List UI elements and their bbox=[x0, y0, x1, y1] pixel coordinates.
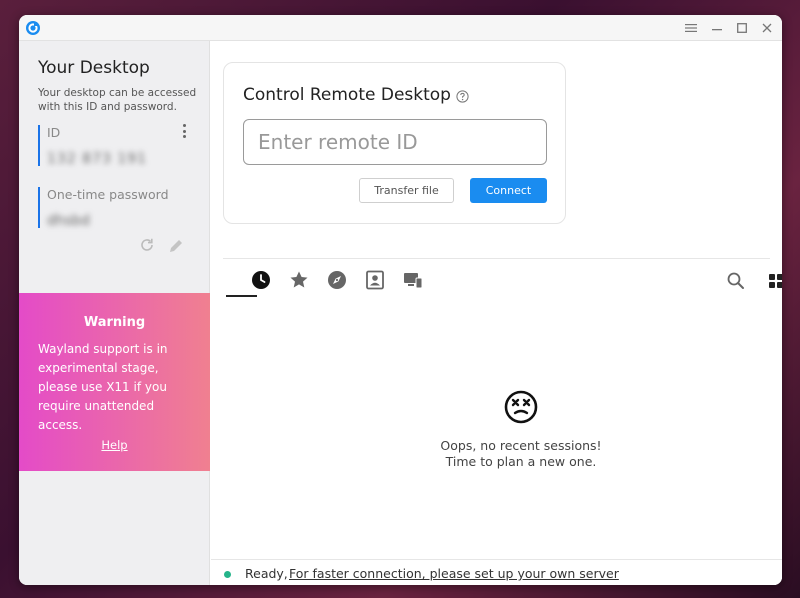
sidebar: Your Desktop Your desktop can be accesse… bbox=[19, 41, 210, 585]
lan-devices-icon bbox=[404, 273, 423, 289]
status-indicator-icon bbox=[224, 571, 231, 578]
tab-discovered[interactable] bbox=[327, 270, 347, 290]
app-window: Your Desktop Your desktop can be accesse… bbox=[19, 15, 782, 585]
maximize-icon[interactable] bbox=[733, 19, 751, 37]
refresh-icon[interactable] bbox=[139, 237, 155, 253]
id-label: ID bbox=[47, 125, 61, 140]
compass-icon bbox=[328, 271, 346, 289]
no-sessions-message: Oops, no recent sessions! Time to plan a… bbox=[391, 438, 651, 470]
setup-server-link[interactable]: For faster connection, please set up you… bbox=[289, 566, 619, 581]
sidebar-description: Your desktop can be accessed with this I… bbox=[38, 87, 197, 113]
search-icon[interactable] bbox=[726, 271, 746, 291]
tab-address-book[interactable] bbox=[365, 270, 385, 290]
control-remote-card: Control Remote Desktop Transfer file Con… bbox=[223, 62, 566, 224]
status-text: Ready, bbox=[245, 566, 288, 581]
transfer-file-button[interactable]: Transfer file bbox=[359, 178, 454, 203]
connect-button[interactable]: Connect bbox=[470, 178, 547, 203]
control-title: Control Remote Desktop bbox=[243, 85, 451, 105]
wayland-warning: Warning Wayland support is in experiment… bbox=[19, 293, 210, 471]
id-field: ID 132 873 191 bbox=[38, 125, 198, 167]
warning-text: Wayland support is in experimental stage… bbox=[38, 342, 168, 432]
app-logo-icon bbox=[26, 21, 40, 35]
hamburger-icon[interactable] bbox=[682, 19, 700, 37]
password-field: One-time password dhsbd bbox=[38, 187, 198, 229]
remote-id-input[interactable] bbox=[243, 119, 547, 165]
password-value[interactable]: dhsbd bbox=[47, 210, 107, 229]
close-icon[interactable] bbox=[758, 19, 776, 37]
tab-lan-devices[interactable] bbox=[403, 270, 423, 290]
warning-title: Warning bbox=[83, 315, 146, 330]
dizzy-face-icon bbox=[504, 390, 538, 424]
id-value[interactable]: 132 873 191 bbox=[47, 148, 157, 167]
minimize-icon[interactable] bbox=[708, 19, 726, 37]
sidebar-title: Your Desktop bbox=[38, 58, 150, 78]
pencil-icon[interactable] bbox=[167, 237, 185, 255]
active-tab-indicator bbox=[226, 295, 257, 297]
star-icon bbox=[290, 271, 308, 288]
address-book-icon bbox=[366, 270, 384, 290]
tab-recent-sessions[interactable] bbox=[251, 270, 271, 290]
history-icon bbox=[252, 271, 270, 289]
main-panel: Control Remote Desktop Transfer file Con… bbox=[211, 41, 782, 585]
password-label: One-time password bbox=[47, 187, 169, 202]
more-options-icon[interactable] bbox=[179, 123, 189, 139]
section-divider bbox=[223, 258, 770, 259]
tab-favorites[interactable] bbox=[289, 270, 309, 290]
status-bar: Ready, For faster connection, please set… bbox=[211, 559, 782, 585]
help-link[interactable]: Help bbox=[19, 438, 210, 452]
help-icon[interactable] bbox=[456, 90, 469, 103]
empty-line-1: Oops, no recent sessions! bbox=[440, 438, 602, 453]
empty-line-2: Time to plan a new one. bbox=[445, 454, 597, 469]
titlebar bbox=[19, 15, 782, 41]
grid-view-icon[interactable] bbox=[766, 271, 782, 291]
